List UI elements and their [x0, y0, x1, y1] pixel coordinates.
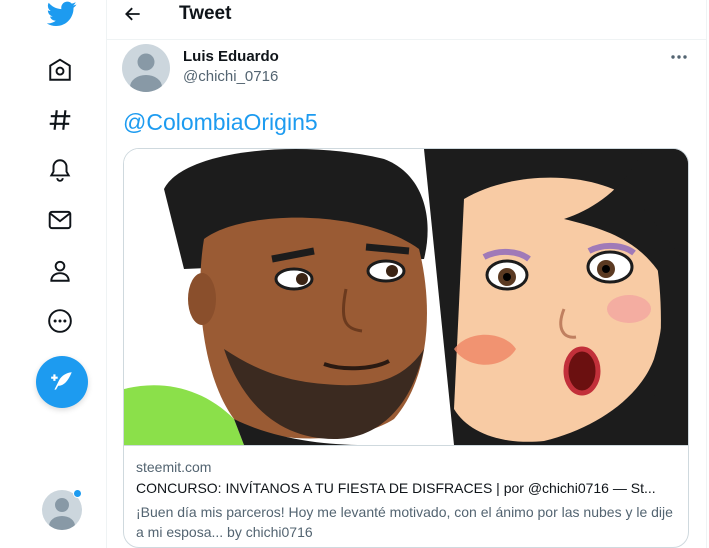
default-avatar-icon [130, 53, 162, 92]
card-meta: steemit.com CONCURSO: INVÍTANOS A TU FIE… [124, 445, 688, 547]
author-handle[interactable]: @chichi_0716 [183, 68, 278, 85]
more-options-button[interactable] [667, 46, 691, 68]
card-description: ¡Buen día mis parceros! Hoy me levanté m… [136, 504, 673, 540]
main-column: Tweet Luis Eduardo @chichi_0716 @Colombi… [107, 0, 707, 548]
feather-plus-icon [51, 372, 72, 390]
link-preview-card[interactable]: steemit.com CONCURSO: INVÍTANOS A TU FIE… [123, 148, 689, 548]
tweet-text-mention[interactable]: @ColombiaOrigin5 [123, 109, 318, 136]
compose-tweet-button[interactable] [36, 356, 88, 408]
hashtag-icon[interactable] [34, 98, 86, 142]
notification-dot [73, 489, 82, 498]
card-title: CONCURSO: INVÍTANOS A TU FIESTA DE DISFR… [136, 480, 656, 496]
author-name[interactable]: Luis Eduardo [183, 48, 279, 65]
left-navigation [0, 0, 107, 548]
author-avatar[interactable] [122, 44, 170, 92]
bell-icon[interactable] [34, 148, 86, 192]
back-button[interactable] [119, 2, 147, 26]
page-title: Tweet [179, 3, 232, 24]
card-domain: steemit.com [136, 459, 212, 475]
envelope-icon[interactable] [34, 198, 86, 242]
ellipsis-icon [671, 55, 687, 59]
card-image [124, 149, 688, 445]
page-header: Tweet [107, 0, 707, 40]
person-icon[interactable] [34, 249, 86, 293]
twitter-bird-icon[interactable] [38, 0, 86, 36]
home-icon[interactable] [34, 48, 86, 92]
more-circle-icon[interactable] [34, 299, 86, 343]
cartoon-couple-illustration [124, 149, 688, 445]
arrow-left-icon [125, 7, 140, 21]
